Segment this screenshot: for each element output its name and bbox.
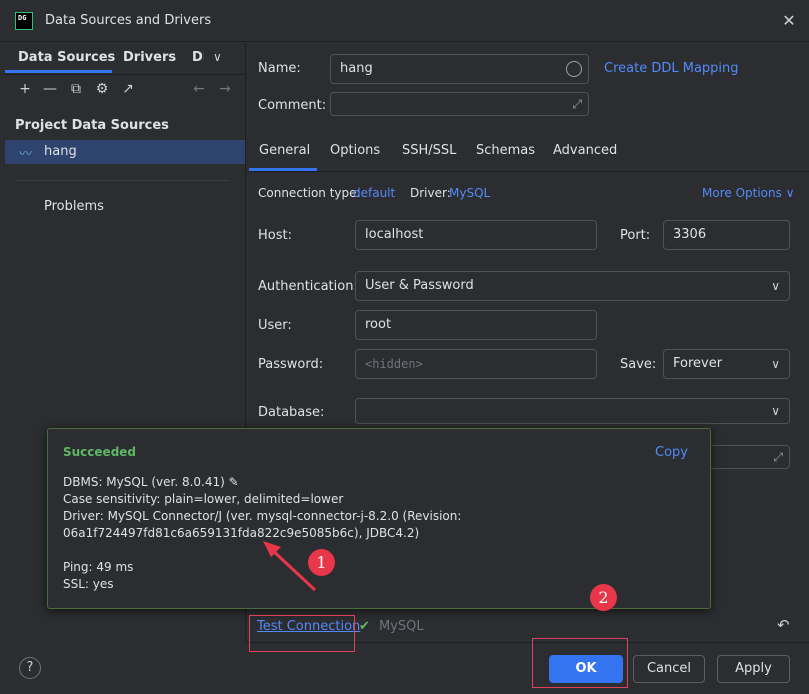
reset-undo-icon[interactable]: ↶	[777, 616, 790, 634]
mysql-dolphin-icon: 〰	[19, 147, 33, 162]
test-connection-result-popup: Succeeded Copy DBMS: MySQL (ver. 8.0.41)…	[47, 428, 711, 609]
url-field[interactable]: ⤢	[700, 445, 790, 469]
create-ddl-mapping-link[interactable]: Create DDL Mapping	[604, 61, 739, 76]
chevron-down-icon: ∨	[771, 279, 780, 293]
tab-advanced[interactable]: Advanced	[553, 143, 617, 158]
name-value: hang	[340, 61, 373, 76]
save-select[interactable]: Forever ∨	[663, 349, 790, 379]
user-label: User:	[258, 318, 292, 333]
tab-drivers[interactable]: Drivers	[123, 50, 176, 65]
user-field[interactable]: root	[355, 310, 597, 340]
problems-item[interactable]: Problems	[44, 199, 104, 214]
authentication-select[interactable]: User & Password ∨	[355, 271, 790, 301]
save-label: Save:	[620, 357, 657, 372]
status-driver-text: MySQL	[379, 619, 424, 634]
driver-line-2: 06a1f724497fd81c6a659131fda822c9e5085b6c…	[63, 526, 420, 540]
settings-gear-icon[interactable]: ⚙	[93, 80, 111, 98]
ok-button[interactable]: OK	[549, 655, 623, 683]
pencil-edit-icon[interactable]: ✎	[229, 475, 239, 489]
password-label: Password:	[258, 357, 324, 372]
host-label: Host:	[258, 228, 292, 243]
driver-label: Driver:	[410, 186, 451, 200]
forward-arrow-icon[interactable]: →	[216, 80, 234, 98]
dbms-text: DBMS: MySQL (ver. 8.0.41)	[63, 475, 225, 489]
project-data-sources-heading: Project Data Sources	[15, 118, 169, 133]
port-label: Port:	[620, 228, 651, 243]
chevron-down-icon: ∨	[771, 404, 780, 418]
window-title: Data Sources and Drivers	[45, 13, 212, 28]
host-field[interactable]: localhost	[355, 220, 597, 250]
active-tab-indicator	[249, 168, 317, 171]
active-tab-indicator	[5, 70, 112, 73]
tab-options[interactable]: Options	[330, 143, 380, 158]
data-source-label: hang	[44, 144, 77, 159]
ping-line: Ping: 49 ms	[63, 560, 134, 574]
open-external-icon[interactable]: ↗	[119, 80, 137, 98]
copy-link[interactable]: Copy	[655, 445, 688, 460]
color-circle-icon[interactable]	[566, 61, 582, 77]
data-source-item-hang[interactable]: 〰 hang	[5, 140, 245, 164]
driver-link[interactable]: MySQL	[449, 186, 490, 200]
database-select[interactable]: ∨	[355, 398, 790, 424]
comment-label: Comment:	[258, 98, 327, 113]
help-button[interactable]: ?	[19, 657, 41, 679]
dbms-line: DBMS: MySQL (ver. 8.0.41) ✎	[63, 475, 239, 489]
expand-icon[interactable]: ⤢	[572, 90, 582, 118]
connection-type-value[interactable]: default	[353, 186, 395, 200]
name-label: Name:	[258, 61, 301, 76]
close-button[interactable]: ✕	[780, 12, 798, 30]
apply-button[interactable]: Apply	[717, 655, 790, 683]
annotation-marker-1: 1	[308, 549, 335, 576]
ssl-line: SSL: yes	[63, 577, 114, 591]
comment-field[interactable]: ⤢	[330, 92, 589, 116]
name-field[interactable]: hang	[330, 54, 589, 84]
tab-general[interactable]: General	[259, 143, 310, 158]
tabs-divider	[0, 74, 245, 75]
tab-more[interactable]: DI	[192, 50, 204, 65]
add-icon[interactable]: +	[16, 80, 34, 98]
authentication-label: Authentication:	[258, 279, 358, 294]
popup-title: Succeeded	[63, 445, 137, 459]
authentication-value: User & Password	[365, 278, 474, 293]
cancel-button[interactable]: Cancel	[633, 655, 705, 683]
test-connection-link[interactable]: Test Connection	[257, 619, 360, 634]
back-arrow-icon[interactable]: ←	[190, 80, 208, 98]
port-field[interactable]: 3306	[663, 220, 790, 250]
divider	[15, 180, 230, 181]
database-label: Database:	[258, 405, 325, 420]
annotation-marker-2: 2	[590, 584, 617, 611]
chevron-down-icon: ∨	[785, 186, 795, 200]
tab-data-sources[interactable]: Data Sources	[18, 50, 115, 65]
remove-icon[interactable]: —	[41, 80, 59, 98]
success-check-icon: ✔	[359, 619, 370, 634]
chevron-down-icon: ∨	[771, 357, 780, 371]
tabs-overflow-chevron-icon[interactable]: ∨	[213, 50, 222, 64]
more-options-label: More Options	[702, 186, 782, 200]
more-options-link[interactable]: More Options ∨	[702, 186, 795, 200]
tab-schemas[interactable]: Schemas	[476, 143, 535, 158]
expand-icon[interactable]: ⤢	[773, 443, 783, 471]
tab-ssh-ssl[interactable]: SSH/SSL	[402, 143, 456, 158]
password-field[interactable]: <hidden>	[355, 349, 597, 379]
settings-tabs: General Options SSH/SSL Schemas Advanced	[247, 131, 809, 172]
connection-type-label: Connection type:	[258, 186, 361, 200]
bottom-separator	[247, 642, 809, 643]
save-value: Forever	[673, 356, 723, 371]
duplicate-icon[interactable]: ⧉	[67, 80, 85, 98]
driver-line-1: Driver: MySQL Connector/J (ver. mysql-co…	[63, 509, 462, 523]
case-sensitivity-line: Case sensitivity: plain=lower, delimited…	[63, 492, 344, 506]
datagrip-app-icon: DG	[15, 12, 33, 30]
